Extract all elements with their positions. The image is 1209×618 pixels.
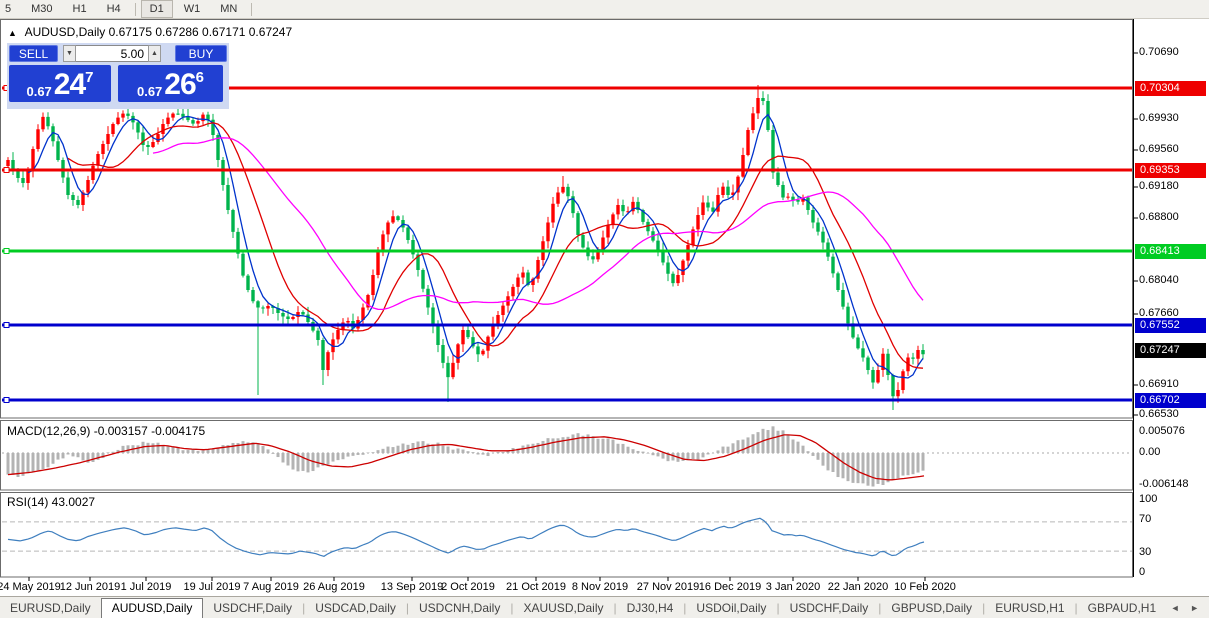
- price-axis-label: 70: [1139, 513, 1151, 525]
- price-axis-label: 0.69930: [1139, 112, 1179, 124]
- price-axis-label: 0.68800: [1139, 211, 1179, 223]
- buy-price-box[interactable]: 0.67 26 6: [118, 65, 223, 102]
- date-axis-label: 21 Oct 2019: [506, 581, 566, 593]
- timeframe-button-d1[interactable]: D1: [141, 0, 173, 18]
- timeframe-button-mn[interactable]: MN: [211, 0, 246, 18]
- one-click-trade-panel: SELL ▼ ▲ BUY 0.67 24 7 0.67 26 6: [7, 43, 229, 109]
- date-axis-label: 22 Jan 2020: [828, 581, 889, 593]
- price-axis-label: 0.66530: [1139, 408, 1179, 420]
- sell-price-box[interactable]: 0.67 24 7: [9, 65, 111, 102]
- chart-tab-usdoil-daily[interactable]: USDOil,Daily: [686, 598, 776, 618]
- chart-tab-eurusd-h1[interactable]: EURUSD,H1: [985, 598, 1074, 618]
- sell-price-prefix: 0.67: [26, 84, 51, 99]
- sell-price-pip: 7: [85, 70, 93, 85]
- date-axis-label: 19 Jul 2019: [184, 581, 241, 593]
- volume-increase-button[interactable]: ▲: [148, 45, 161, 62]
- tab-scroll-arrows[interactable]: ◄ ►: [1171, 603, 1209, 613]
- price-axis-label: 0: [1139, 566, 1145, 578]
- date-axis-label: 26 Aug 2019: [303, 581, 365, 593]
- trade-panel-quotes: 0.67 24 7 0.67 26 6: [9, 65, 227, 102]
- sell-button[interactable]: SELL: [9, 45, 58, 62]
- chart-title: ▲ AUDUSD,Daily 0.67175 0.67286 0.67171 0…: [8, 25, 292, 39]
- price-level-badge: 0.70304: [1135, 81, 1206, 96]
- chart-tab-bar: EURUSD,DailyAUDUSD,DailyUSDCHF,Daily|USD…: [0, 596, 1209, 618]
- chart-tab-eurusd-daily[interactable]: EURUSD,Daily: [0, 598, 101, 618]
- price-level-badge: 0.69353: [1135, 163, 1206, 178]
- chart-tab-dj30-h4[interactable]: DJ30,H4: [617, 598, 684, 618]
- date-axis-label: 7 Aug 2019: [243, 581, 299, 593]
- chart-ohlc-values: 0.67175 0.67286 0.67171 0.67247: [109, 25, 293, 39]
- price-axis-label: 0.69560: [1139, 143, 1179, 155]
- buy-button[interactable]: BUY: [175, 45, 227, 62]
- timeframe-button-m30[interactable]: M30: [22, 0, 61, 18]
- rsi-indicator-label: RSI(14) 43.0027: [7, 495, 95, 509]
- date-axis-label: 10 Feb 2020: [894, 581, 956, 593]
- date-axis-label: 1 Jul 2019: [121, 581, 172, 593]
- price-level-badge: 0.67247: [1135, 343, 1206, 358]
- date-axis-label: 3 Jan 2020: [766, 581, 820, 593]
- sell-price-big: 24: [54, 71, 85, 99]
- price-axis-label: 100: [1139, 493, 1157, 505]
- volume-input[interactable]: [76, 45, 148, 62]
- timeframe-button-h1[interactable]: H1: [64, 0, 96, 18]
- trading-terminal-window: 5M30H1H4 D1W1MN ▲ AUDUSD,Daily 0.67175 0.…: [0, 0, 1209, 618]
- price-level-badge: 0.68413: [1135, 244, 1206, 259]
- timeframe-toolbar: 5M30H1H4 D1W1MN: [0, 0, 1209, 19]
- date-axis-label: 13 Sep 2019: [381, 581, 443, 593]
- toolbar-separator: [135, 3, 136, 16]
- price-axis-label: 0.68040: [1139, 274, 1179, 286]
- date-axis-label: 16 Dec 2019: [699, 581, 761, 593]
- collapse-icon[interactable]: ▲: [8, 28, 17, 38]
- timeframe-button-5[interactable]: 5: [0, 0, 20, 18]
- price-axis-label: 0.69180: [1139, 180, 1179, 192]
- chart-tab-usdchf-daily[interactable]: USDCHF,Daily: [780, 598, 879, 618]
- date-axis-label: 8 Nov 2019: [572, 581, 628, 593]
- chart-tab-audusd-daily[interactable]: AUDUSD,Daily: [101, 598, 204, 618]
- date-axis-label: 12 Jun 2019: [60, 581, 121, 593]
- chart-tab-gbpaud-h1[interactable]: GBPAUD,H1: [1078, 598, 1166, 618]
- chart-tab-usdcad-daily[interactable]: USDCAD,Daily: [305, 598, 406, 618]
- price-axis-label: 0.00: [1139, 446, 1160, 458]
- buy-price-pip: 6: [196, 70, 204, 85]
- date-axis-label: 2 Oct 2019: [441, 581, 495, 593]
- chart-tab-usdcnh-daily[interactable]: USDCNH,Daily: [409, 598, 510, 618]
- price-axis-label: 0.70690: [1139, 46, 1179, 58]
- timeframe-button-h4[interactable]: H4: [98, 0, 130, 18]
- chart-tab-usdchf-daily[interactable]: USDCHF,Daily: [203, 598, 302, 618]
- buy-price-prefix: 0.67: [137, 84, 162, 99]
- chart-tab-gbpusd-daily[interactable]: GBPUSD,Daily: [881, 598, 982, 618]
- date-axis-label: 27 Nov 2019: [637, 581, 699, 593]
- price-level-badge: 0.67552: [1135, 318, 1206, 333]
- date-axis-label: 24 May 2019: [0, 581, 61, 593]
- price-axis-label: 0.66910: [1139, 378, 1179, 390]
- trade-panel-controls: SELL ▼ ▲ BUY: [9, 45, 227, 62]
- price-axis-label: 30: [1139, 546, 1151, 558]
- volume-decrease-button[interactable]: ▼: [63, 45, 76, 62]
- chart-tab-xauusd-daily[interactable]: XAUUSD,Daily: [513, 598, 613, 618]
- chart-symbol-period: AUDUSD,Daily: [25, 25, 106, 39]
- price-axis-label: -0.006148: [1139, 478, 1189, 490]
- timeframe-button-w1[interactable]: W1: [175, 0, 210, 18]
- price-axis-label: 0.005076: [1139, 425, 1185, 437]
- price-level-badge: 0.66702: [1135, 393, 1206, 408]
- buy-price-big: 26: [164, 71, 195, 99]
- toolbar-separator: [251, 3, 252, 16]
- macd-indicator-label: MACD(12,26,9) -0.003157 -0.004175: [7, 424, 205, 438]
